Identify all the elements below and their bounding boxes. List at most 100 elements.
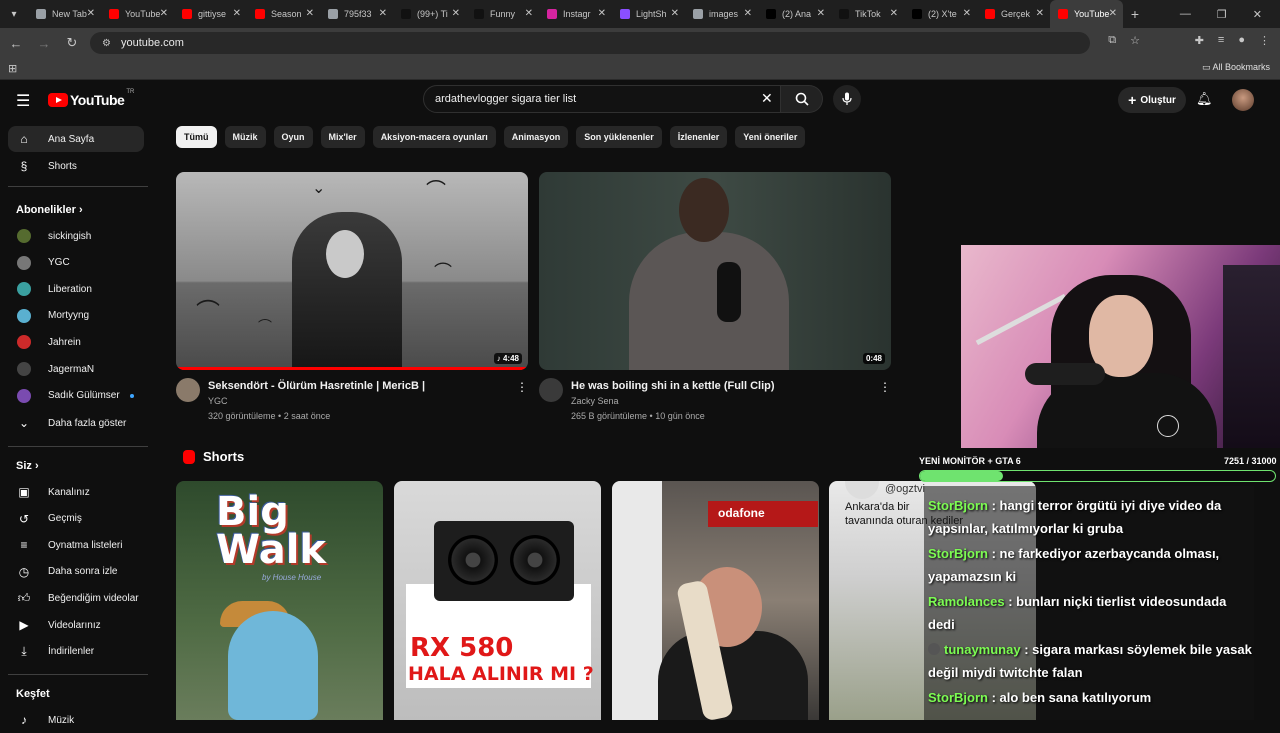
minimize-icon[interactable]: —	[1180, 8, 1191, 21]
filter-chip[interactable]: Müzik	[224, 126, 266, 148]
browser-tab[interactable]: (99+) Ti ✕	[393, 0, 466, 28]
notifications-bell-icon[interactable]: 🔔︎	[1196, 91, 1213, 107]
channel-name[interactable]: YGC	[208, 396, 228, 406]
short-card[interactable]: RX 580 HALA ALINIR MI ?	[394, 481, 601, 720]
search-button[interactable]	[781, 85, 823, 113]
url-field[interactable]: ⚙ youtube.com	[90, 32, 1090, 54]
sidebar-channel[interactable]: Mortyyng	[8, 303, 144, 329]
browser-tab[interactable]: 795f33 ✕	[320, 0, 393, 28]
search-input[interactable]	[423, 85, 781, 113]
tab-close-icon[interactable]: ✕	[598, 8, 606, 19]
youtube-logo[interactable]: YouTube TR	[48, 89, 134, 108]
tab-close-icon[interactable]: ✕	[160, 8, 168, 19]
create-button[interactable]: + Oluştur	[1118, 87, 1186, 113]
sidebar-item-shorts[interactable]: § Shorts	[8, 153, 144, 179]
filter-chip[interactable]: Animasyon	[503, 126, 569, 148]
cast-icon[interactable]: ⧉	[1108, 34, 1116, 47]
video-thumbnail[interactable]: ⌄ ⌒ ⌒ ⌒ ⌒ ♪ 4:48	[176, 172, 528, 370]
sidebar-item-you[interactable]: ↺ Geçmiş	[8, 506, 144, 532]
bookmark-star-icon[interactable]: ☆	[1130, 34, 1140, 47]
new-tab-button[interactable]: +	[1123, 6, 1147, 22]
browser-menu-icon[interactable]: ⋮	[1259, 34, 1270, 47]
filter-chip[interactable]: Tümü	[176, 126, 217, 148]
video-title[interactable]: He was boiling shi in a kettle (Full Cli…	[571, 380, 775, 392]
more-actions-icon[interactable]: ⋮	[879, 380, 891, 394]
clear-search-icon[interactable]: ✕	[761, 90, 773, 107]
hamburger-menu-icon[interactable]: ☰	[16, 91, 30, 111]
sidebar-show-more[interactable]: ⌄ Daha fazla göster	[8, 410, 144, 436]
browser-tab[interactable]: YouTube ✕	[101, 0, 174, 28]
sidebar-channel[interactable]: sickingish	[8, 223, 144, 249]
browser-tab[interactable]: LightSh ✕	[612, 0, 685, 28]
sidebar-item-you[interactable]: 👍︎ Beğendiğim videolar	[8, 585, 144, 611]
video-title[interactable]: Seksendört - Ölürüm Hasretinle | MericB …	[208, 380, 425, 392]
tab-close-icon[interactable]: ✕	[87, 8, 95, 19]
browser-tab[interactable]: images ✕	[685, 0, 758, 28]
browser-tab[interactable]: YouTube ✕	[1050, 0, 1123, 28]
sidebar-item-you[interactable]: ▣ Kanalınız	[8, 479, 144, 505]
short-card[interactable]: Big Walk by House House	[176, 481, 383, 720]
you-heading[interactable]: Siz ›	[16, 460, 39, 472]
back-icon[interactable]: ←	[4, 36, 28, 51]
browser-tab[interactable]: gittiyse ✕	[174, 0, 247, 28]
sidebar-channel[interactable]: Liberation	[8, 276, 144, 302]
filter-chip[interactable]: Aksiyon-macera oyunları	[372, 126, 496, 148]
tab-close-icon[interactable]: ✕	[525, 8, 533, 19]
sidebar-item-music[interactable]: ♪ Müzik	[8, 707, 144, 733]
short-card[interactable]: odafone	[612, 481, 819, 720]
tab-close-icon[interactable]: ✕	[817, 8, 825, 19]
restore-icon[interactable]: ❐	[1217, 8, 1227, 21]
tab-close-icon[interactable]: ✕	[379, 8, 387, 19]
reading-list-icon[interactable]: ≡	[1218, 34, 1224, 47]
more-actions-icon[interactable]: ⋮	[516, 380, 528, 394]
reload-icon[interactable]: ↻	[60, 35, 84, 51]
browser-tab[interactable]: TikTok ✕	[831, 0, 904, 28]
sidebar-channel[interactable]: YGC	[8, 250, 144, 276]
tab-search-icon[interactable]: ▾	[0, 0, 28, 28]
sidebar-channel[interactable]: JagermaN	[8, 356, 144, 382]
browser-tab[interactable]: Funny ✕	[466, 0, 539, 28]
tab-close-icon[interactable]: ✕	[233, 8, 241, 19]
sidebar-item-home[interactable]: ⌂ Ana Sayfa	[8, 126, 144, 152]
browser-tab[interactable]: Instagr ✕	[539, 0, 612, 28]
sidebar-item-you[interactable]: ▶ Videolarınız	[8, 612, 144, 638]
sidebar-channel[interactable]: Jahrein	[8, 329, 144, 355]
filter-chip[interactable]: İzlenenler	[669, 126, 728, 148]
extensions-icon[interactable]: ✚	[1195, 34, 1204, 47]
forward-icon[interactable]: →	[32, 36, 56, 51]
tab-label: Instagr	[563, 9, 591, 19]
browser-tab[interactable]: (2) Ana ✕	[758, 0, 831, 28]
all-bookmarks-button[interactable]: ▭ All Bookmarks	[1202, 62, 1270, 73]
channel-avatar[interactable]	[539, 378, 563, 402]
tab-close-icon[interactable]: ✕	[452, 8, 460, 19]
tab-close-icon[interactable]: ✕	[963, 8, 971, 19]
browser-tab[interactable]: Gerçek ✕	[977, 0, 1050, 28]
channel-name[interactable]: Zacky Sena	[571, 396, 619, 406]
apps-grid-icon[interactable]: ⊞	[8, 62, 17, 75]
tab-close-icon[interactable]: ✕	[306, 8, 314, 19]
tab-close-icon[interactable]: ✕	[671, 8, 679, 19]
account-avatar[interactable]	[1232, 89, 1254, 111]
sidebar-item-you[interactable]: ◷ Daha sonra izle	[8, 559, 144, 585]
filter-chip[interactable]: Son yüklenenler	[576, 126, 662, 148]
subscriptions-heading[interactable]: Abonelikler ›	[16, 204, 83, 216]
filter-chip[interactable]: Yeni öneriler	[735, 126, 806, 148]
channel-avatar[interactable]	[176, 378, 200, 402]
tab-close-icon[interactable]: ✕	[1036, 8, 1044, 19]
tab-close-icon[interactable]: ✕	[1109, 8, 1117, 19]
tab-close-icon[interactable]: ✕	[744, 8, 752, 19]
filter-chip[interactable]: Mix'ler	[320, 126, 365, 148]
tab-close-icon[interactable]: ✕	[890, 8, 898, 19]
close-window-icon[interactable]: ✕	[1253, 8, 1262, 21]
sidebar-item-you[interactable]: ⤓ İndirilenler	[8, 639, 144, 665]
sidebar-item-you[interactable]: ≡ Oynatma listeleri	[8, 532, 144, 558]
voice-search-button[interactable]	[833, 85, 861, 113]
video-thumbnail[interactable]: 0:48	[539, 172, 891, 370]
site-info-icon[interactable]: ⚙	[102, 38, 111, 49]
sidebar-channel[interactable]: Sadık Gülümser	[8, 383, 144, 409]
browser-tab[interactable]: New Tab ✕	[28, 0, 101, 28]
browser-tab[interactable]: Season ✕	[247, 0, 320, 28]
filter-chip[interactable]: Oyun	[273, 126, 313, 148]
browser-tab[interactable]: (2) X'te ✕	[904, 0, 977, 28]
profile-icon[interactable]: ●	[1238, 34, 1245, 47]
